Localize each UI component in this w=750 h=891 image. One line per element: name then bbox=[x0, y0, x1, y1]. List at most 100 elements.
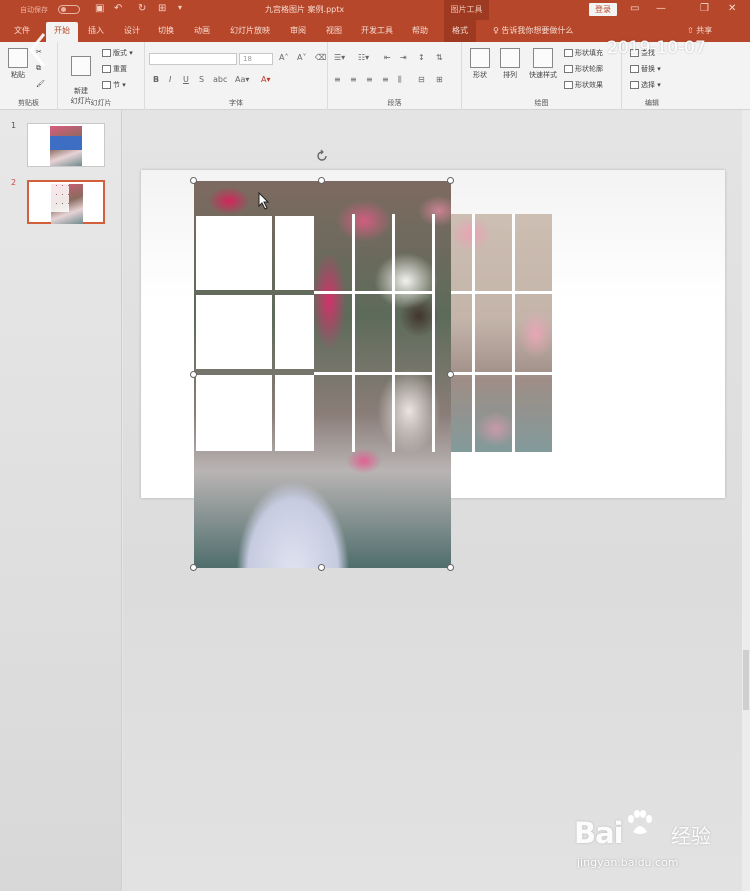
grid-cell[interactable] bbox=[275, 216, 314, 290]
quick-styles-button[interactable]: 快速样式 bbox=[526, 48, 560, 80]
tab-design[interactable]: 设计 bbox=[124, 25, 140, 36]
tab-view[interactable]: 视图 bbox=[326, 25, 342, 36]
resize-handle-top-left[interactable] bbox=[190, 177, 197, 184]
resize-handle-right[interactable] bbox=[447, 371, 454, 378]
shapes-button[interactable]: 形状 bbox=[468, 48, 492, 80]
rotate-handle-icon[interactable] bbox=[315, 149, 329, 163]
back-chevron-icon[interactable] bbox=[28, 32, 48, 68]
format-painter-icon[interactable]: 🖌 bbox=[36, 80, 45, 88]
slide-thumbnail-2[interactable] bbox=[27, 180, 105, 224]
shape-effects-button[interactable]: 形状效果 bbox=[564, 80, 603, 90]
ghost-grid-line bbox=[472, 214, 475, 452]
paste-icon bbox=[8, 48, 28, 68]
replace-button[interactable]: 替换 ▾ bbox=[630, 64, 661, 74]
slide-thumbnail-1[interactable] bbox=[27, 123, 105, 167]
reset-button[interactable]: 重置 bbox=[102, 64, 127, 74]
paste-label: 粘贴 bbox=[11, 71, 25, 79]
line-spacing-icon[interactable]: ↕ bbox=[418, 53, 425, 62]
resize-handle-bottom-right[interactable] bbox=[447, 564, 454, 571]
select-button[interactable]: 选择 ▾ bbox=[630, 80, 661, 90]
vertical-scrollbar[interactable] bbox=[742, 110, 750, 891]
ribbon-display-icon[interactable]: ▭ bbox=[630, 3, 639, 14]
numbering-icon[interactable]: ☷▾ bbox=[358, 53, 369, 62]
grid-cell[interactable] bbox=[196, 375, 272, 451]
bold-icon[interactable]: B bbox=[153, 75, 159, 84]
minimize-icon[interactable]: — bbox=[656, 3, 666, 14]
select-icon bbox=[630, 81, 639, 89]
clear-format-icon[interactable]: ⌫ bbox=[315, 53, 326, 62]
tab-slideshow[interactable]: 幻灯片放映 bbox=[230, 25, 270, 36]
char-spacing-icon[interactable]: abc bbox=[213, 75, 227, 84]
scrollbar-thumb[interactable] bbox=[743, 650, 749, 710]
customize-qat-icon[interactable]: ▾ bbox=[178, 3, 182, 12]
text-direction-icon[interactable]: ⇅ bbox=[436, 53, 443, 62]
redo-icon[interactable]: ↻ bbox=[138, 3, 146, 14]
tab-transitions[interactable]: 切换 bbox=[158, 25, 174, 36]
grid-cell[interactable] bbox=[275, 375, 314, 451]
tab-help[interactable]: 帮助 bbox=[412, 25, 428, 36]
baidu-jingyan-watermark: Bai 经验 jingyan.baidu.com bbox=[574, 806, 734, 876]
strikethrough-icon[interactable]: S bbox=[199, 75, 204, 84]
login-button[interactable]: 登录 bbox=[589, 3, 617, 16]
shape-fill-button[interactable]: 形状填充 bbox=[564, 48, 603, 58]
restore-icon[interactable]: ❐ bbox=[700, 3, 709, 14]
justify-icon[interactable]: ≡ bbox=[382, 75, 389, 84]
paste-button[interactable]: 粘贴 bbox=[6, 48, 30, 80]
save-icon[interactable]: ▣ bbox=[95, 3, 104, 14]
watermark-url: jingyan.baidu.com bbox=[577, 856, 679, 869]
resize-handle-bottom-left[interactable] bbox=[190, 564, 197, 571]
grid-cell[interactable] bbox=[196, 216, 272, 290]
align-text-icon[interactable]: ⊟ bbox=[418, 75, 425, 84]
start-slideshow-icon[interactable]: ⊞ bbox=[158, 3, 166, 14]
group-label-font: 字体 bbox=[229, 99, 243, 107]
tab-format[interactable]: 格式 bbox=[444, 20, 476, 42]
align-left-icon[interactable]: ≡ bbox=[334, 75, 341, 84]
layout-button[interactable]: 版式 ▾ bbox=[102, 48, 133, 58]
bullets-icon[interactable]: ☰▾ bbox=[334, 53, 345, 62]
close-icon[interactable]: ✕ bbox=[728, 3, 736, 14]
share-button[interactable]: ⇧ 共享 bbox=[687, 25, 712, 36]
ghost-grid-line bbox=[451, 291, 552, 294]
tab-developer[interactable]: 开发工具 bbox=[361, 25, 393, 36]
align-center-icon[interactable]: ≡ bbox=[350, 75, 357, 84]
quick-styles-label: 快速样式 bbox=[529, 71, 557, 79]
shape-effects-label: 形状效果 bbox=[575, 81, 603, 89]
columns-icon[interactable]: ⫼ bbox=[398, 75, 402, 85]
decrease-font-icon[interactable]: A˅ bbox=[297, 53, 306, 62]
tab-review[interactable]: 审阅 bbox=[290, 25, 306, 36]
document-title: 九宫格图片 案例.pptx bbox=[265, 5, 345, 14]
underline-icon[interactable]: U bbox=[183, 75, 189, 84]
arrange-button[interactable]: 排列 bbox=[498, 48, 522, 80]
align-right-icon[interactable]: ≡ bbox=[366, 75, 373, 84]
resize-handle-top[interactable] bbox=[318, 177, 325, 184]
italic-icon[interactable]: I bbox=[169, 75, 171, 84]
undo-icon[interactable]: ↶ bbox=[114, 3, 122, 14]
tell-me-search[interactable]: ♀ 告诉我你想要做什么 bbox=[493, 25, 573, 36]
increase-font-icon[interactable]: A˄ bbox=[279, 53, 288, 62]
autosave-toggle[interactable] bbox=[58, 5, 80, 14]
font-size-box[interactable]: 18 bbox=[239, 53, 273, 65]
grid-cell[interactable] bbox=[275, 295, 314, 369]
autosave-label: 自动保存 bbox=[20, 6, 48, 14]
font-name-box[interactable] bbox=[149, 53, 237, 65]
increase-indent-icon[interactable]: ⇥ bbox=[400, 53, 407, 62]
change-case-icon[interactable]: Aa▾ bbox=[235, 75, 249, 84]
thumb-blue-shape bbox=[50, 136, 82, 150]
decrease-indent-icon[interactable]: ⇤ bbox=[384, 53, 391, 62]
font-color-icon[interactable]: A▾ bbox=[261, 75, 271, 84]
resize-handle-bottom[interactable] bbox=[318, 564, 325, 571]
group-slides: 新建 幻灯片 版式 ▾ 重置 节 ▾ 幻灯片 bbox=[58, 42, 145, 110]
grid-cell[interactable] bbox=[196, 295, 272, 369]
section-button[interactable]: 节 ▾ bbox=[102, 80, 126, 90]
tab-home[interactable]: 开始 bbox=[46, 22, 78, 42]
resize-handle-top-right[interactable] bbox=[447, 177, 454, 184]
smartart-icon[interactable]: ⊞ bbox=[436, 75, 443, 84]
shape-outline-button[interactable]: 形状轮廓 bbox=[564, 64, 603, 74]
section-icon bbox=[102, 81, 111, 89]
tab-animations[interactable]: 动画 bbox=[194, 25, 210, 36]
slide-thumbnails-pane: 1 2 bbox=[0, 110, 122, 891]
tab-insert[interactable]: 插入 bbox=[88, 25, 104, 36]
group-drawing: 形状 排列 快速样式 形状填充 形状轮廓 形状效果 绘图 bbox=[462, 42, 622, 110]
resize-handle-left[interactable] bbox=[190, 371, 197, 378]
group-label-paragraph: 段落 bbox=[387, 99, 402, 107]
